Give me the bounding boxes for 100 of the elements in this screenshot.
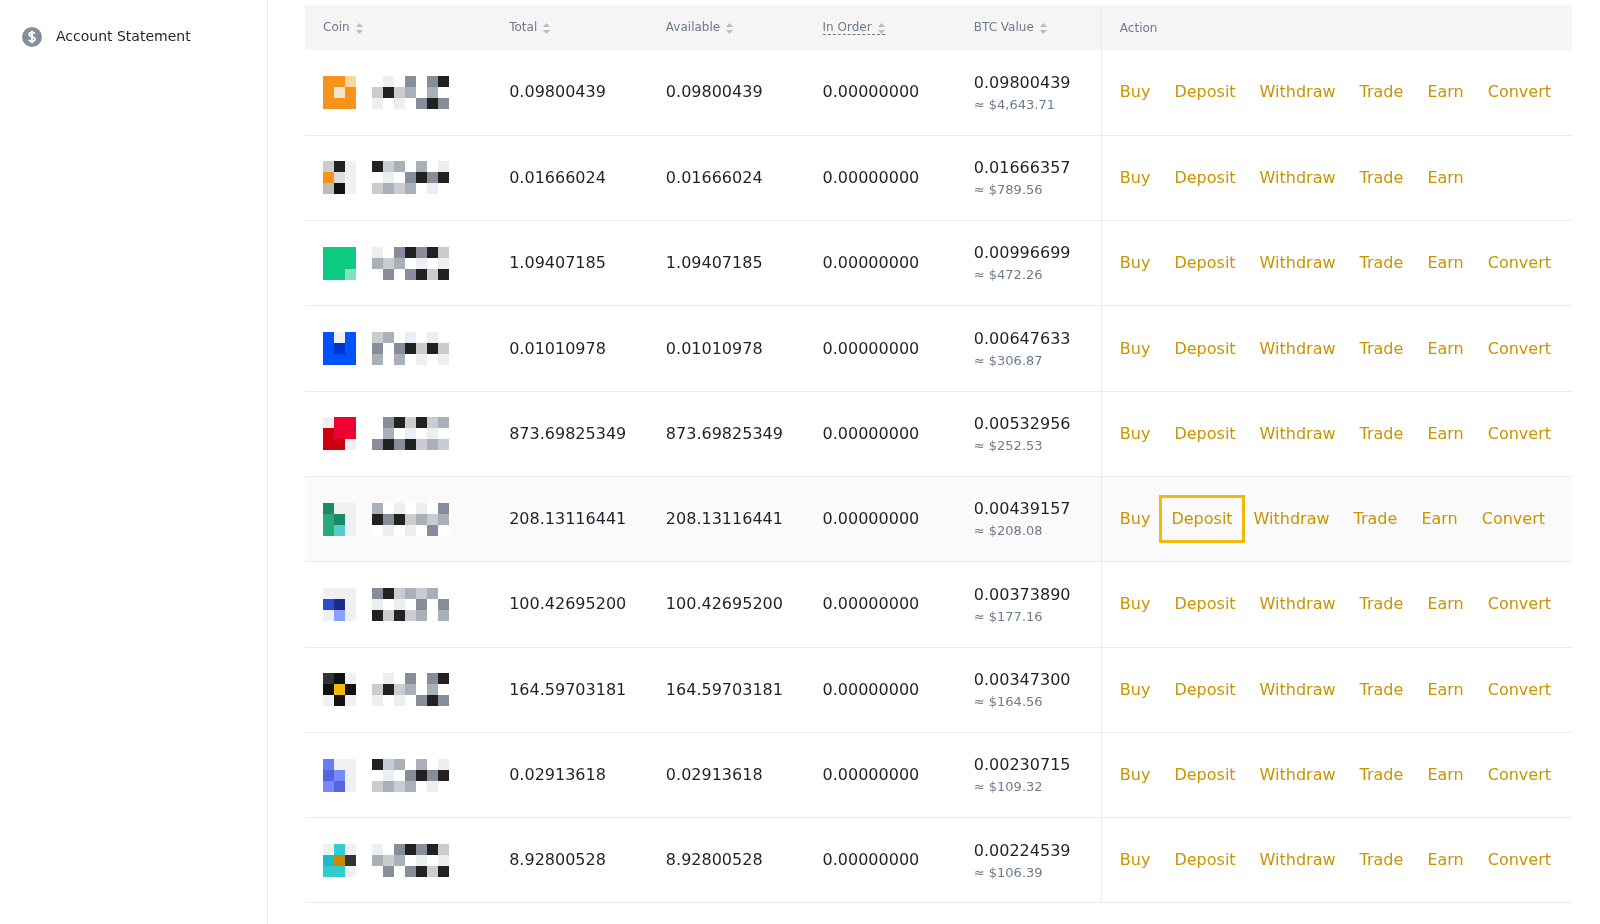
table-cell: 100.42695200 <box>509 594 627 614</box>
column-header[interactable]: Coin <box>323 20 363 35</box>
action-link[interactable]: Convert <box>1484 751 1554 799</box>
table-cell: 0.01010978 <box>665 338 763 358</box>
action-link[interactable]: Deposit <box>1171 324 1239 373</box>
table-cell: 0.02913618 <box>509 765 606 784</box>
action-link[interactable]: Withdraw <box>1256 751 1339 799</box>
table-cell: 1.09407185 <box>509 253 606 273</box>
table-cell: 0.00000000 <box>822 765 920 784</box>
action-link[interactable]: Withdraw <box>1256 665 1339 714</box>
table-cell: 0.00000000 <box>822 253 920 273</box>
action-link[interactable]: Convert <box>1484 580 1554 629</box>
table-cell: 0.00000000 <box>822 82 920 102</box>
action-link[interactable]: Earn <box>1424 751 1467 799</box>
action-link[interactable]: Buy <box>1116 68 1154 117</box>
btc-value: 0.00347300 <box>973 668 1072 691</box>
action-link[interactable]: Deposit <box>1171 153 1239 202</box>
table-cell: 0.00000000 <box>822 167 920 187</box>
action-link[interactable]: Trade <box>1350 495 1401 544</box>
action-link[interactable]: Trade <box>1356 153 1407 202</box>
action-link[interactable]: Earn <box>1418 495 1461 544</box>
table-cell: 208.13116441 <box>509 509 627 529</box>
action-link[interactable]: Withdraw <box>1256 239 1339 288</box>
action-link[interactable]: Buy <box>1116 580 1154 629</box>
btc-value: 0.00996699 <box>973 242 1072 265</box>
pixelated-coin-icon <box>323 587 356 621</box>
action-link[interactable]: Deposit <box>1171 239 1239 288</box>
action-link[interactable]: Trade <box>1356 68 1407 117</box>
action-link[interactable]: Withdraw <box>1256 836 1339 885</box>
action-link[interactable]: Deposit <box>1171 409 1239 458</box>
action-link[interactable]: Earn <box>1424 580 1467 629</box>
usd-value: ≈ $208.08 <box>973 522 1044 541</box>
action-link[interactable]: Convert <box>1484 409 1554 458</box>
action-link[interactable]: Withdraw <box>1256 324 1339 373</box>
table-cell: 8.92800528 <box>509 850 606 870</box>
table-cell: 0.09800439 <box>509 82 606 102</box>
action-link[interactable]: Deposit <box>1171 665 1239 714</box>
table-cell: 0.01666024 <box>665 167 763 187</box>
action-link[interactable]: Withdraw <box>1256 580 1339 629</box>
table-cell: 8.92800528 <box>665 850 763 870</box>
action-link[interactable]: Buy <box>1116 409 1154 458</box>
btc-value: 0.00647633 <box>973 327 1072 350</box>
table-cell: 0.00000000 <box>822 850 920 870</box>
pixelated-coin-icon <box>323 843 356 877</box>
action-link[interactable]: Trade <box>1356 751 1407 799</box>
column-header[interactable]: In Order <box>822 20 885 36</box>
table-cell: 0.00000000 <box>822 509 920 529</box>
pixelated-coin-icon <box>323 673 356 707</box>
action-link[interactable]: Withdraw <box>1256 409 1339 458</box>
action-link[interactable]: Earn <box>1424 153 1467 202</box>
action-link[interactable]: Buy <box>1116 153 1154 202</box>
action-link[interactable]: Withdraw <box>1256 68 1339 117</box>
btc-value: 0.00439157 <box>973 498 1072 521</box>
action-link[interactable]: Convert <box>1484 239 1554 288</box>
action-link[interactable]: Deposit <box>1171 580 1239 629</box>
action-link[interactable]: Trade <box>1356 580 1407 629</box>
action-link[interactable]: Buy <box>1116 751 1154 799</box>
pixelated-coin-icon <box>323 502 356 536</box>
action-link[interactable]: Deposit <box>1171 68 1239 117</box>
table-cell: 0.01010978 <box>509 338 606 358</box>
action-link[interactable]: Earn <box>1424 836 1467 885</box>
action-link[interactable]: Earn <box>1424 68 1467 117</box>
action-link[interactable]: Buy <box>1116 239 1154 288</box>
column-header[interactable]: BTC Value <box>973 20 1047 35</box>
action-link[interactable]: Convert <box>1478 495 1548 544</box>
btc-value: 0.00373890 <box>973 583 1072 606</box>
table-cell: 0.00000000 <box>822 423 920 443</box>
action-link[interactable]: Trade <box>1356 324 1407 373</box>
sidebar-item[interactable]: Account Statement <box>22 26 267 47</box>
action-link[interactable]: Earn <box>1424 409 1467 458</box>
usd-value: ≈ $164.56 <box>973 692 1044 711</box>
action-link[interactable]: Deposit <box>1171 836 1239 885</box>
table-cell: 164.59703181 <box>509 679 627 699</box>
table-cell: 100.42695200 <box>665 594 783 614</box>
action-link[interactable]: Convert <box>1484 836 1554 885</box>
action-link[interactable]: Buy <box>1116 324 1154 373</box>
action-link[interactable]: Earn <box>1424 665 1467 714</box>
action-link[interactable]: Convert <box>1484 68 1554 117</box>
action-link[interactable]: Buy <box>1116 495 1154 544</box>
action-link[interactable]: Trade <box>1356 239 1407 288</box>
column-header[interactable]: Available <box>665 20 734 35</box>
action-link[interactable]: Buy <box>1116 665 1154 714</box>
action-link[interactable]: Trade <box>1356 665 1407 714</box>
action-link[interactable]: Earn <box>1424 239 1467 288</box>
table-cell: 208.13116441 <box>665 509 783 529</box>
column-header[interactable]: Total <box>509 20 551 35</box>
action-link[interactable]: Trade <box>1356 409 1407 458</box>
btc-value: 0.09800439 <box>973 71 1072 94</box>
action-link[interactable]: Earn <box>1424 324 1467 373</box>
usd-value: ≈ $252.53 <box>973 437 1044 456</box>
action-link[interactable]: Deposit <box>1159 495 1245 544</box>
pixelated-coin-icon <box>323 758 356 792</box>
action-link[interactable]: Convert <box>1484 665 1554 714</box>
action-link[interactable]: Convert <box>1484 324 1554 373</box>
action-link[interactable]: Trade <box>1356 836 1407 885</box>
action-link[interactable]: Withdraw <box>1256 153 1339 202</box>
action-link[interactable]: Deposit <box>1171 751 1239 799</box>
action-link[interactable]: Buy <box>1116 836 1154 885</box>
pixelated-coin-icon <box>323 75 356 109</box>
action-link[interactable]: Withdraw <box>1250 495 1333 544</box>
